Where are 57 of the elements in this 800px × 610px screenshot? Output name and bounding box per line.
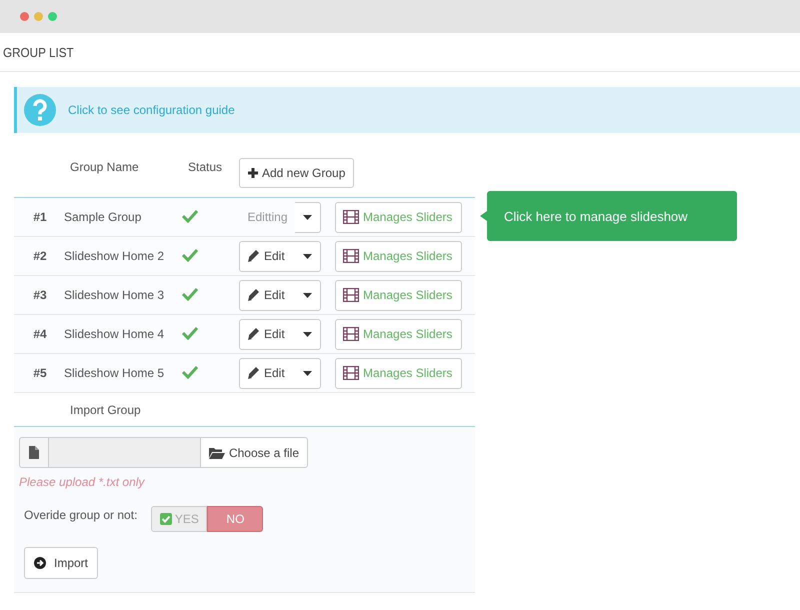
caret-icon [303, 332, 312, 336]
row-number: #1 [32, 210, 48, 224]
group-name: Slideshow Home 4 [64, 327, 166, 341]
dropdown-button[interactable] [295, 358, 321, 388]
folder-icon [208, 446, 225, 458]
manage-sliders-button[interactable]: Manages Sliders [335, 280, 462, 310]
pencil-icon [247, 288, 260, 302]
tooltip: Click here to manage slideshow [487, 191, 737, 241]
import-button[interactable]: Import [24, 547, 98, 579]
film-icon [343, 288, 359, 302]
edit-button[interactable]: Edit [239, 318, 295, 350]
manage-sliders-button[interactable]: Manages Sliders [335, 358, 462, 388]
row-number: #4 [32, 327, 48, 341]
column-header: Group Name [70, 159, 140, 174]
choose-file-button[interactable]: Choose a file [200, 437, 308, 468]
edit-button[interactable]: Editting [239, 202, 295, 232]
film-icon [343, 327, 359, 341]
field-label: Overide group or not: [24, 508, 138, 522]
add-group-button[interactable]: Add new Group [239, 158, 354, 188]
pencil-icon [247, 366, 260, 380]
pencil-icon [247, 327, 260, 341]
edit-button[interactable]: Edit [239, 280, 295, 310]
column-header: Status [188, 159, 224, 174]
row-number: #2 [32, 249, 48, 263]
upload-hint: Please upload *.txt only [19, 475, 146, 489]
caret-icon [303, 370, 312, 376]
section-label: Import Group [70, 402, 141, 416]
row-number: #3 [32, 288, 48, 302]
checkbox-icon [160, 513, 172, 525]
group-name: Slideshow Home 5 [64, 366, 166, 380]
guide-link[interactable]: Click to see configuration guide [68, 103, 235, 117]
edit-button[interactable]: Edit [239, 240, 295, 272]
arrow-circle-icon [34, 557, 46, 569]
edit-button[interactable]: Edit [239, 358, 295, 388]
dropdown-button[interactable] [295, 202, 321, 232]
caret-icon [303, 254, 312, 258]
group-name: Slideshow Home 2 [64, 249, 166, 263]
file-path-field[interactable] [48, 437, 200, 468]
group-name: Sample Group [64, 210, 142, 224]
dropdown-button[interactable] [295, 318, 321, 350]
help-icon [24, 94, 56, 126]
manage-sliders-button[interactable]: Manages Sliders [335, 240, 462, 272]
pencil-icon [247, 249, 260, 263]
file-icon [29, 446, 39, 459]
plus-icon [248, 168, 258, 178]
group-name: Slideshow Home 3 [64, 288, 166, 302]
film-icon [343, 210, 359, 224]
dropdown-button[interactable] [295, 280, 321, 310]
caret-icon [303, 292, 312, 298]
caret-icon [303, 214, 312, 220]
film-icon [343, 249, 359, 263]
dropdown-button[interactable] [295, 240, 321, 272]
row-number: #5 [32, 366, 48, 380]
film-icon [343, 366, 359, 380]
page-title: GROUP LIST [3, 44, 74, 60]
manage-sliders-button[interactable]: Manages Sliders [335, 202, 462, 232]
manage-sliders-button[interactable]: Manages Sliders [335, 318, 462, 350]
